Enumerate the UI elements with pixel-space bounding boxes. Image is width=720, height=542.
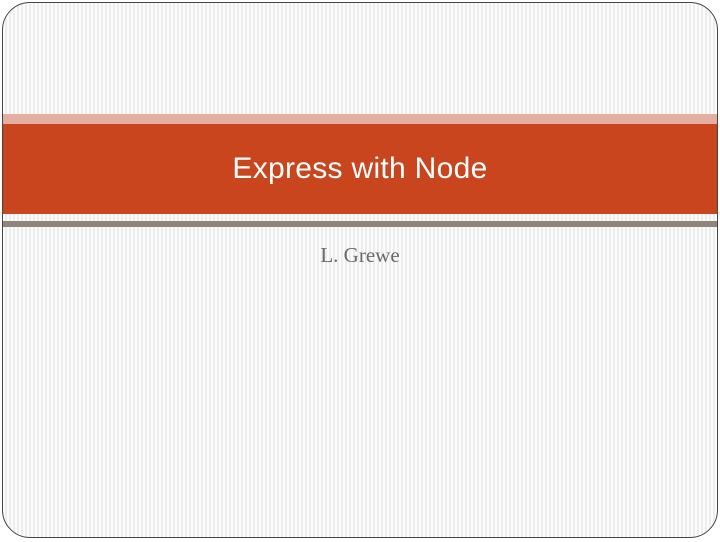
- title-banner: Express with Node: [3, 124, 717, 214]
- accent-stripe-top: [3, 114, 717, 124]
- slide-title: Express with Node: [232, 152, 487, 186]
- accent-stripe-bottom: [3, 221, 717, 227]
- slide-container: Express with Node L. Grewe: [2, 2, 718, 538]
- slide-subtitle: L. Grewe: [3, 243, 717, 268]
